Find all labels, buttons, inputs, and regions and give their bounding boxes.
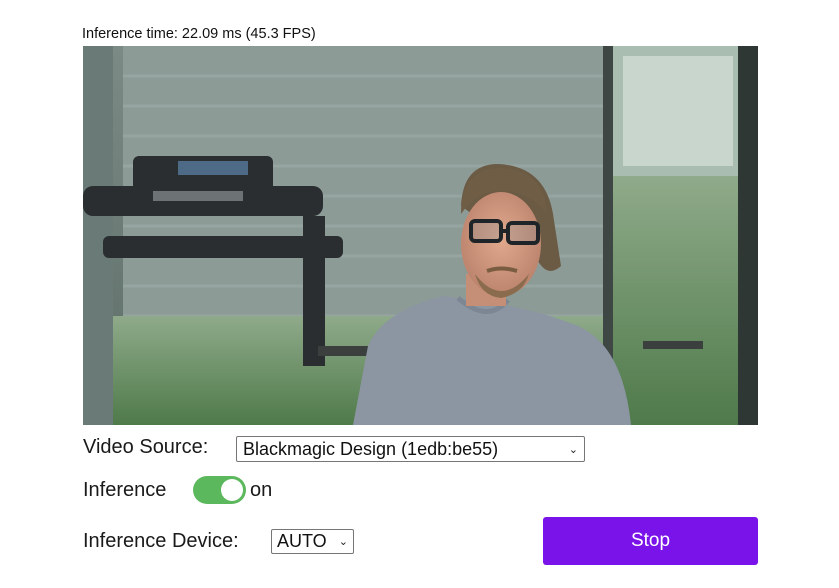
inference-device-select[interactable]: AUTO ⌄ [271, 529, 354, 554]
toggle-knob [221, 479, 243, 501]
inference-device-label: Inference Device: [83, 530, 239, 552]
webcam-frame-image [83, 46, 758, 425]
chevron-down-icon: ⌄ [338, 536, 348, 548]
video-source-label: Video Source: [83, 436, 209, 458]
video-source-value: Blackmagic Design (1edb:be55) [243, 438, 499, 459]
chevron-down-icon: ⌄ [568, 443, 578, 456]
video-preview [83, 46, 758, 425]
inference-label: Inference [83, 479, 167, 501]
inference-device-value: AUTO [277, 531, 327, 551]
inference-toggle[interactable] [193, 476, 246, 504]
inference-toggle-state: on [250, 479, 273, 501]
inference-time-label: Inference time: 22.09 ms (45.3 FPS) [82, 26, 316, 42]
video-source-select[interactable]: Blackmagic Design (1edb:be55) ⌄ [236, 436, 585, 462]
stop-button[interactable]: Stop [543, 517, 758, 565]
